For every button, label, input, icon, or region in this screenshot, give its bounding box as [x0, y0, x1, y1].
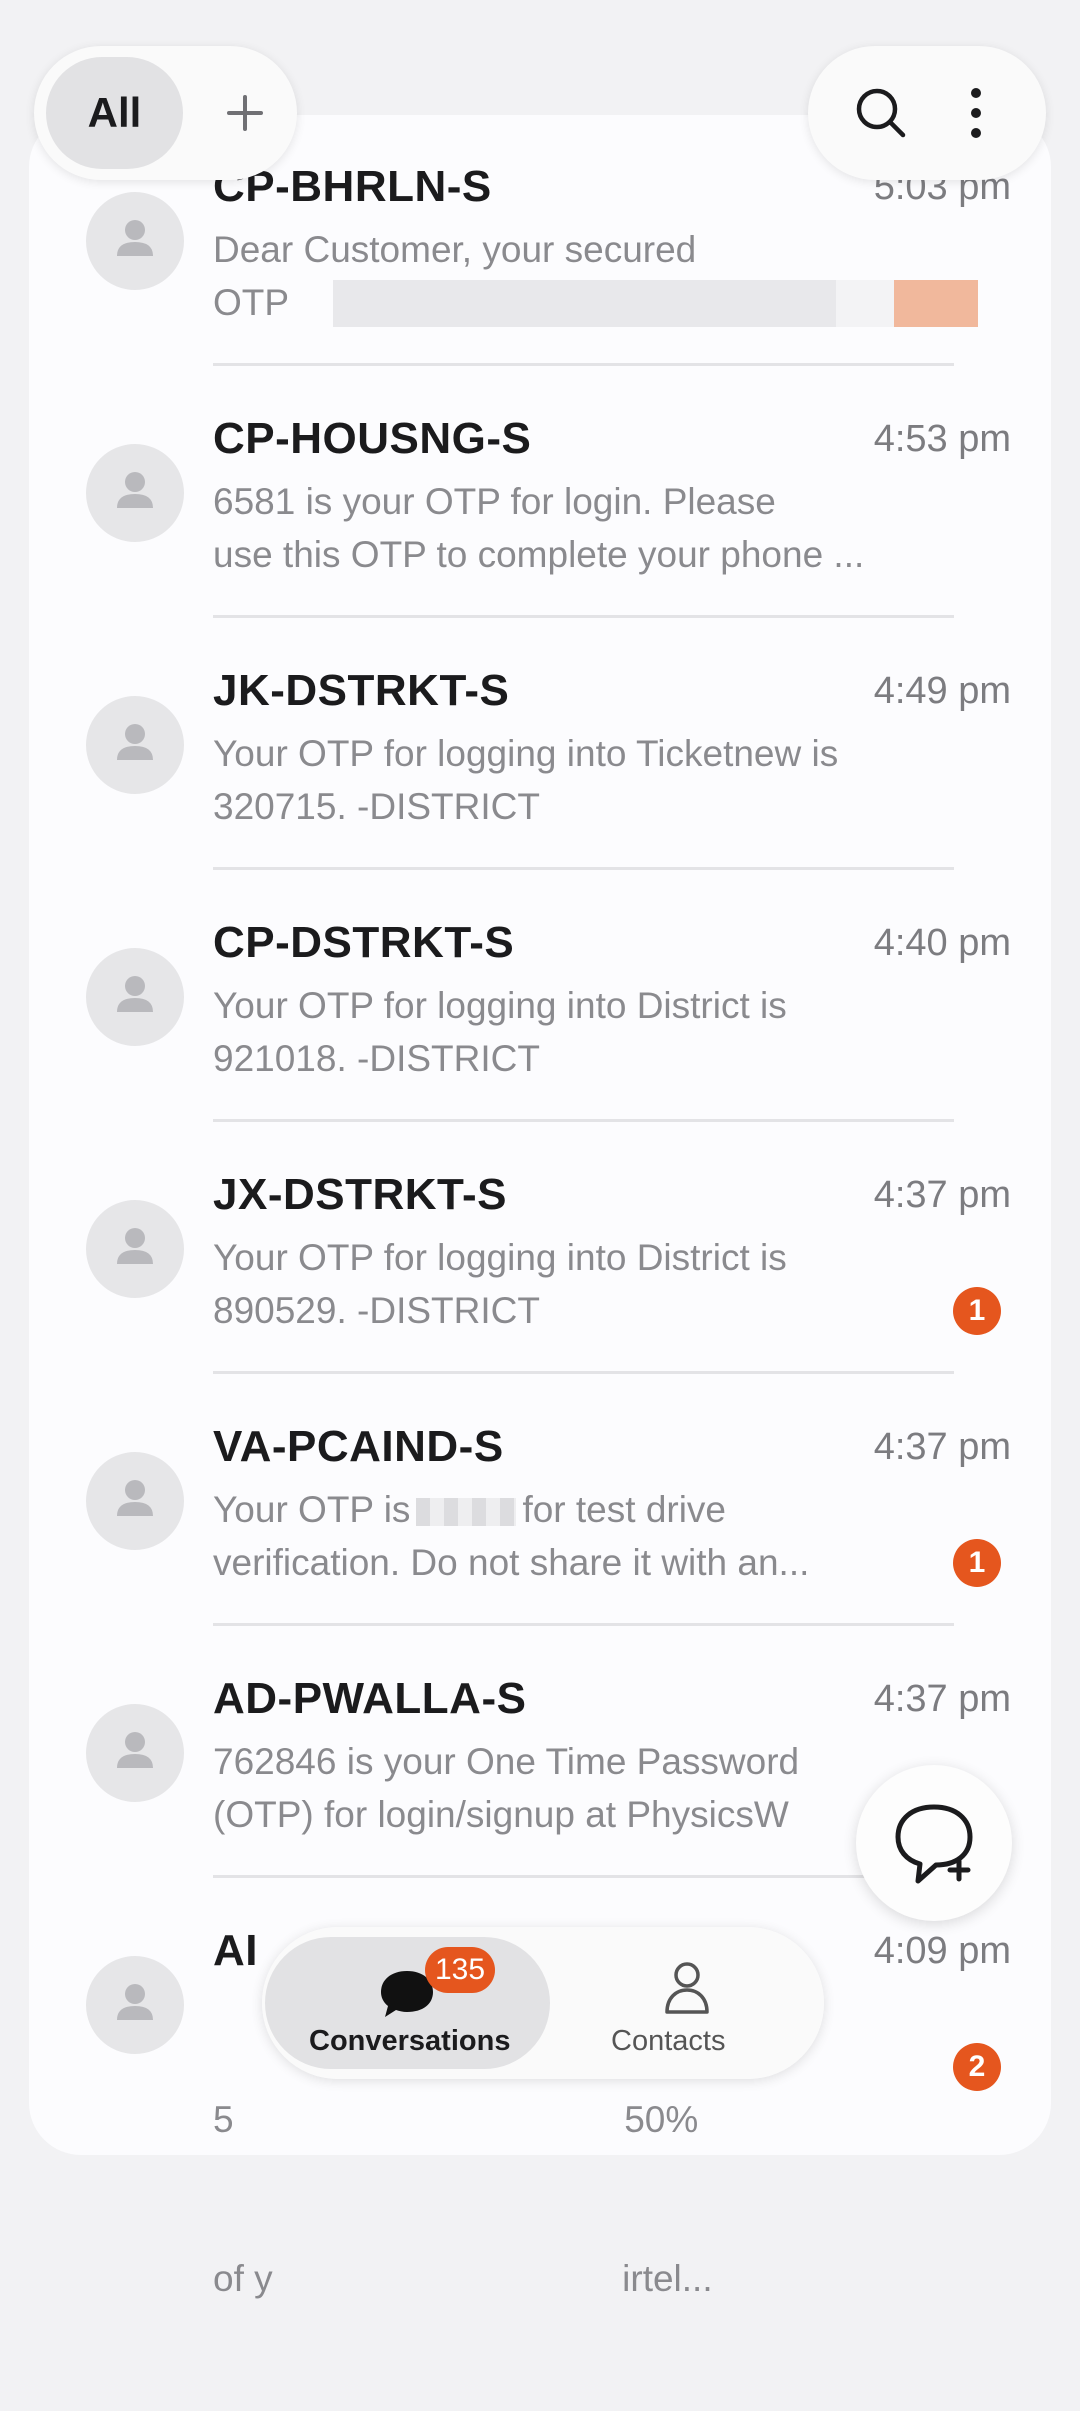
message-time: 4:37 pm: [873, 1426, 1011, 1468]
person-icon: [117, 472, 153, 508]
contact-avatar: [86, 444, 184, 542]
preview-line-1: 762846 is your One Time Password: [213, 1741, 800, 1782]
preview-line-1: Your OTP for logging into District is: [213, 985, 787, 1026]
contact-avatar: [86, 1200, 184, 1298]
message-preview: 762846 is your One Time Password (OTP) f…: [213, 1735, 933, 1841]
message-preview: Your OTP is for test drive verification. …: [213, 1483, 933, 1589]
message-preview: Your OTP for logging into District is 89…: [213, 1231, 933, 1337]
sender-name: AD-PWALLA-S: [213, 1674, 527, 1723]
preview-line-2: 921018. -DISTRICT: [213, 1038, 540, 1079]
person-icon: [117, 976, 153, 1012]
row-divider: [213, 1371, 954, 1374]
preview-line-1: 6581 is your OTP for login. Please: [213, 481, 776, 522]
contact-avatar: [86, 696, 184, 794]
top-actions: [808, 46, 1046, 180]
contact-avatar: [86, 192, 184, 290]
preview-line-2: of y irtel...: [213, 2258, 713, 2299]
redacted-otp: [416, 1498, 517, 1527]
row-divider: [213, 1119, 954, 1122]
row-divider: [213, 615, 954, 618]
person-icon: [117, 724, 153, 760]
conversations-count-badge: 135: [425, 1947, 496, 1993]
message-time: 4:40 pm: [873, 922, 1011, 964]
preview-text: for test drive: [522, 1489, 727, 1530]
add-filter-button[interactable]: [210, 78, 280, 148]
row-divider: [213, 363, 954, 366]
person-icon: [117, 220, 153, 256]
plus-icon: [227, 95, 263, 131]
row-divider: [213, 867, 954, 870]
preview-line-1: Dear Customer, your secured: [213, 229, 697, 270]
preview-line-1: Your OTP for logging into Ticketnew is: [213, 733, 839, 774]
contacts-icon: [665, 1962, 709, 2014]
message-time: 4:09 pm: [873, 1930, 1011, 1972]
search-icon: [856, 88, 906, 138]
message-time: 4:37 pm: [873, 1174, 1011, 1216]
preview-text: Your OTP is: [213, 1489, 411, 1530]
contact-avatar: [86, 1704, 184, 1802]
person-icon: [117, 1984, 153, 2020]
unread-badge: 2: [953, 2043, 1001, 2091]
unread-badge: 1: [953, 1539, 1001, 1587]
sender-name: CP-HOUSNG-S: [213, 414, 532, 463]
message-time: 4:37 pm: [873, 1678, 1011, 1720]
filter-all-tab[interactable]: All: [46, 57, 183, 169]
preview-line-2: 320715. -DISTRICT: [213, 786, 540, 827]
search-button[interactable]: [846, 78, 916, 148]
bottom-nav: 135 Conversations Contacts: [262, 1927, 824, 2079]
row-divider: [213, 1875, 954, 1878]
sender-name: CP-DSTRKT-S: [213, 918, 515, 967]
new-chat-icon: [895, 1804, 973, 1884]
nav-contacts-label: Contacts: [611, 2025, 726, 2057]
unread-badge: 1: [953, 1287, 1001, 1335]
preview-line-2: (OTP) for login/signup at PhysicsW: [213, 1794, 789, 1835]
preview-line-1: Your OTP is for test drive: [213, 1483, 933, 1536]
nav-conversations[interactable]: 135 Conversations: [265, 1937, 550, 2069]
contact-avatar: [86, 1452, 184, 1550]
new-chat-button[interactable]: [856, 1765, 1012, 1921]
nav-conversations-label: Conversations: [309, 2025, 511, 2057]
message-preview: Your OTP for logging into Ticketnew is 3…: [213, 727, 933, 833]
message-time: 4:53 pm: [873, 418, 1011, 460]
redacted-otp: [333, 280, 978, 327]
contact-avatar: [86, 948, 184, 1046]
sender-name: AI: [213, 1926, 258, 1975]
preview-line-1: Your OTP for logging into District is: [213, 1237, 787, 1278]
preview-line-2: verification. Do not share it with an...: [213, 1542, 810, 1583]
message-time: 4:49 pm: [873, 670, 1011, 712]
preview-line-2: use this OTP to complete your phone ...: [213, 534, 865, 575]
more-options-button[interactable]: [941, 78, 1011, 148]
preview-line-1: 5 50%: [213, 2099, 699, 2140]
sender-name: VA-PCAIND-S: [213, 1422, 504, 1471]
more-vert-icon: [971, 88, 981, 138]
sender-name: JX-DSTRKT-S: [213, 1170, 507, 1219]
message-preview: Your OTP for logging into District is 92…: [213, 979, 933, 1085]
preview-line-2: 890529. -DISTRICT: [213, 1290, 540, 1331]
filter-bar: All: [34, 46, 297, 180]
sender-name: JK-DSTRKT-S: [213, 666, 510, 715]
person-icon: [117, 1480, 153, 1516]
person-icon: [117, 1732, 153, 1768]
nav-contacts[interactable]: Contacts: [562, 1937, 812, 2069]
contact-avatar: [86, 1956, 184, 2054]
row-divider: [213, 1623, 954, 1626]
message-preview: 6581 is your OTP for login. Please use t…: [213, 475, 933, 581]
person-icon: [117, 1228, 153, 1264]
